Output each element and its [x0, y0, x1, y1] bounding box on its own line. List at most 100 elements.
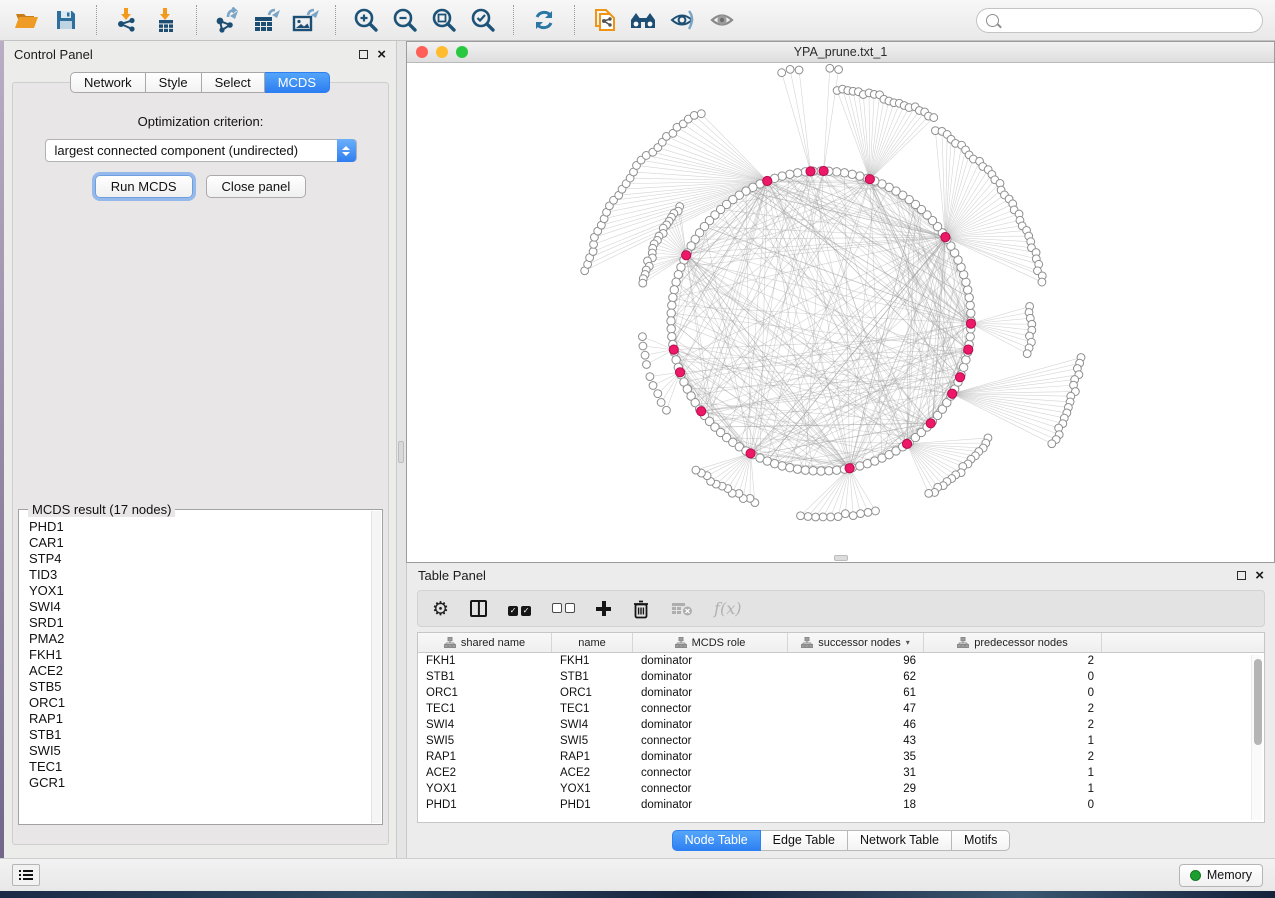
- dominator-node[interactable]: [948, 389, 957, 398]
- result-node[interactable]: SRD1: [29, 615, 372, 631]
- dominator-node[interactable]: [697, 407, 706, 416]
- refresh-icon: [531, 7, 557, 33]
- hide-others-button[interactable]: [668, 5, 698, 35]
- import-table-button[interactable]: [151, 5, 181, 35]
- table-row[interactable]: RAP1RAP1dominator352: [418, 749, 1264, 765]
- save-session-button[interactable]: [51, 5, 81, 35]
- result-node[interactable]: SWI4: [29, 599, 372, 615]
- horizontal-splitter-handle[interactable]: [834, 555, 848, 561]
- delete-row-button[interactable]: [632, 598, 650, 620]
- tab-network-table[interactable]: Network Table: [848, 830, 952, 851]
- memory-button[interactable]: Memory: [1179, 864, 1263, 887]
- dominator-node[interactable]: [675, 368, 684, 377]
- table-row[interactable]: SWI4SWI4dominator462: [418, 717, 1264, 733]
- dominator-node[interactable]: [966, 319, 975, 328]
- result-node[interactable]: PHD1: [29, 519, 372, 535]
- show-all-button[interactable]: [707, 5, 737, 35]
- column-header-predecessor-nodes[interactable]: predecessor nodes: [924, 633, 1102, 652]
- table-row[interactable]: ACE2ACE2connector311: [418, 765, 1264, 781]
- dominator-node[interactable]: [926, 419, 935, 428]
- tab-network[interactable]: Network: [70, 72, 146, 93]
- table-row[interactable]: YOX1YOX1connector291: [418, 781, 1264, 797]
- tab-style[interactable]: Style: [146, 72, 202, 93]
- result-node[interactable]: RAP1: [29, 711, 372, 727]
- column-header-shared-name[interactable]: shared name: [418, 633, 552, 652]
- export-network-button[interactable]: [212, 5, 242, 35]
- network-graph[interactable]: [407, 63, 1274, 562]
- float-table-panel-icon[interactable]: [1237, 571, 1246, 580]
- refresh-view-button[interactable]: [529, 5, 559, 35]
- tab-node-table[interactable]: Node Table: [672, 830, 761, 851]
- table-settings-button[interactable]: ⚙: [432, 598, 449, 620]
- result-node[interactable]: PMA2: [29, 631, 372, 647]
- network-canvas[interactable]: [407, 63, 1274, 562]
- export-table-button[interactable]: [251, 5, 281, 35]
- splitter-handle[interactable]: [398, 441, 404, 463]
- close-panel-icon[interactable]: ×: [377, 50, 386, 59]
- dominator-node[interactable]: [902, 439, 911, 448]
- dominator-node[interactable]: [941, 233, 950, 242]
- column-header-name[interactable]: name: [552, 633, 633, 652]
- deselect-all-button[interactable]: [552, 598, 575, 620]
- dominator-node[interactable]: [955, 373, 964, 382]
- table-row[interactable]: PHD1PHD1dominator180: [418, 797, 1264, 813]
- dominator-node[interactable]: [763, 176, 772, 185]
- dominator-node[interactable]: [669, 345, 678, 354]
- result-node[interactable]: TID3: [29, 567, 372, 583]
- result-node[interactable]: FKH1: [29, 647, 372, 663]
- close-table-panel-icon[interactable]: ×: [1255, 571, 1264, 580]
- table-row[interactable]: STB1STB1dominator620: [418, 669, 1264, 685]
- table-scrollbar[interactable]: [1251, 655, 1262, 820]
- close-panel-button[interactable]: Close panel: [206, 175, 307, 198]
- run-mcds-button[interactable]: Run MCDS: [95, 175, 193, 198]
- dominator-node[interactable]: [682, 251, 691, 260]
- dominator-node[interactable]: [746, 449, 755, 458]
- select-all-button[interactable]: ✓✓: [508, 598, 531, 620]
- table-row[interactable]: ORC1ORC1dominator610: [418, 685, 1264, 701]
- result-node[interactable]: STB1: [29, 727, 372, 743]
- network-titlebar[interactable]: YPA_prune.txt_1: [407, 42, 1274, 63]
- criterion-dropdown[interactable]: largest connected component (undirected): [45, 139, 357, 162]
- dominator-node[interactable]: [845, 464, 854, 473]
- task-history-button[interactable]: [12, 864, 40, 886]
- vertical-splitter[interactable]: [397, 41, 406, 858]
- result-node[interactable]: YOX1: [29, 583, 372, 599]
- dominator-node[interactable]: [819, 166, 828, 175]
- open-file-button[interactable]: [12, 5, 42, 35]
- dominator-node[interactable]: [964, 345, 973, 354]
- cell-name: PHD1: [552, 799, 633, 811]
- table-scrollbar-thumb[interactable]: [1254, 659, 1262, 745]
- result-node[interactable]: STP4: [29, 551, 372, 567]
- tab-mcds[interactable]: MCDS: [265, 72, 330, 93]
- column-header-successor-nodes[interactable]: successor nodes▾: [788, 633, 924, 652]
- float-panel-icon[interactable]: [359, 50, 368, 59]
- table-row[interactable]: SWI5SWI5connector431: [418, 733, 1264, 749]
- dominator-node[interactable]: [865, 175, 874, 184]
- result-node[interactable]: CAR1: [29, 535, 372, 551]
- result-node[interactable]: ORC1: [29, 695, 372, 711]
- show-columns-button[interactable]: [470, 598, 487, 620]
- result-node[interactable]: TEC1: [29, 759, 372, 775]
- result-node[interactable]: SWI5: [29, 743, 372, 759]
- export-image-button[interactable]: [290, 5, 320, 35]
- table-row[interactable]: FKH1FKH1dominator962: [418, 653, 1264, 669]
- zoom-in-button[interactable]: [351, 5, 381, 35]
- tab-motifs[interactable]: Motifs: [952, 830, 1010, 851]
- result-node[interactable]: STB5: [29, 679, 372, 695]
- result-node[interactable]: ACE2: [29, 663, 372, 679]
- search-input[interactable]: [1005, 13, 1253, 27]
- result-scrollbar[interactable]: [371, 511, 381, 823]
- dominator-node[interactable]: [806, 167, 815, 176]
- table-row[interactable]: TEC1TEC1connector472: [418, 701, 1264, 717]
- zoom-out-button[interactable]: [390, 5, 420, 35]
- search-network-button[interactable]: [629, 5, 659, 35]
- tab-select[interactable]: Select: [202, 72, 265, 93]
- result-node[interactable]: GCR1: [29, 775, 372, 791]
- add-row-button[interactable]: [596, 598, 611, 620]
- zoom-fit-button[interactable]: [429, 5, 459, 35]
- tab-edge-table[interactable]: Edge Table: [761, 830, 848, 851]
- import-network-button[interactable]: [112, 5, 142, 35]
- zoom-selected-button[interactable]: [468, 5, 498, 35]
- copy-style-button[interactable]: [590, 5, 620, 35]
- column-header-mcds-role[interactable]: MCDS role: [633, 633, 788, 652]
